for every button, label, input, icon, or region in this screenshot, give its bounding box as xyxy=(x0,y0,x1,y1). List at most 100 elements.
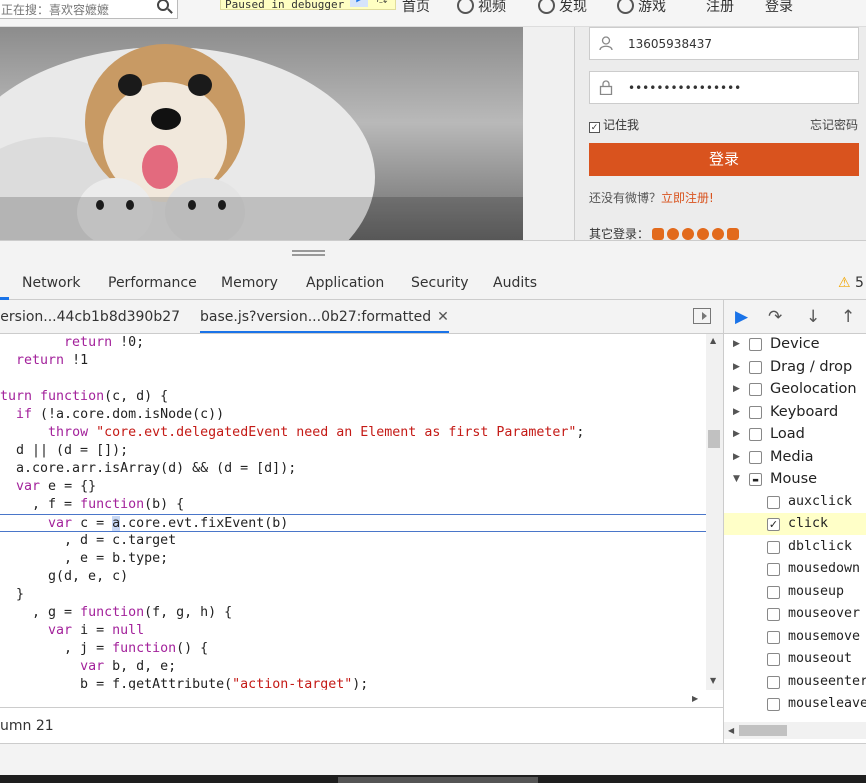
code-line[interactable]: , j = function() { xyxy=(0,640,706,658)
resume-icon[interactable]: ▶ xyxy=(350,0,368,7)
close-icon[interactable]: ✕ xyxy=(437,309,449,325)
nav-register[interactable]: 注册 xyxy=(706,0,734,16)
breakpoint-checkbox[interactable] xyxy=(767,585,780,599)
breakpoint-event-item[interactable]: mouseleave xyxy=(724,693,866,715)
breakpoint-event-item[interactable]: mouseover xyxy=(724,603,866,625)
breakpoint-category[interactable]: ▶ Device xyxy=(724,333,866,355)
code-line[interactable]: g(d, e, c) xyxy=(0,568,706,586)
nav-login[interactable]: 登录 xyxy=(765,0,793,16)
code-line[interactable]: b = f.getAttribute("action-target"); xyxy=(0,676,706,690)
forgot-password-link[interactable]: 忘记密码 xyxy=(810,116,858,133)
scrollbar-thumb[interactable] xyxy=(739,725,787,736)
code-line-highlighted[interactable]: var c = a.core.evt.fixEvent(b) xyxy=(0,514,706,532)
breakpoint-checkbox[interactable] xyxy=(749,405,762,419)
code-line[interactable]: return !1 xyxy=(0,352,706,370)
breakpoint-checkbox[interactable] xyxy=(749,338,762,351)
breakpoint-category[interactable]: ▶ Media xyxy=(724,446,866,468)
code-line[interactable] xyxy=(0,370,706,388)
code-line[interactable]: , g = function(f, g, h) { xyxy=(0,604,706,622)
code-editor[interactable]: return !0; return !1 turn function(c, d) … xyxy=(0,334,706,690)
tab-application[interactable]: Application xyxy=(306,275,384,291)
chevron-down-icon[interactable]: ▼ xyxy=(733,468,740,490)
carousel-banner-image[interactable] xyxy=(0,27,523,240)
register-link[interactable]: 立即注册! xyxy=(661,191,714,205)
breakpoint-checkbox[interactable]: ✓ xyxy=(767,518,780,531)
breakpoint-checkbox[interactable] xyxy=(767,630,780,644)
taskbar-item[interactable] xyxy=(338,777,538,783)
toggle-debugger-icon[interactable] xyxy=(693,308,711,324)
social-login-icon[interactable] xyxy=(682,228,695,240)
breakpoint-checkbox[interactable]: ▬ xyxy=(749,473,762,486)
code-line[interactable]: if (!a.core.dom.isNode(c)) xyxy=(0,406,706,424)
sidebar-horizontal-scrollbar[interactable]: ◀ xyxy=(724,722,866,739)
step-into-icon[interactable]: ↓ xyxy=(806,307,820,327)
breakpoint-event-item[interactable]: mouseup xyxy=(724,581,866,603)
breakpoint-event-item[interactable]: mousedown xyxy=(724,558,866,580)
social-login-icon[interactable] xyxy=(712,228,725,240)
scroll-up-arrow-icon[interactable]: ▲ xyxy=(710,336,716,345)
nav-discover[interactable]: 发现 xyxy=(538,0,587,16)
login-button[interactable]: 登录 xyxy=(589,143,859,176)
password-field[interactable]: •••••••••••••••• xyxy=(589,71,859,104)
tab-security[interactable]: Security xyxy=(411,275,469,291)
social-login-icon[interactable] xyxy=(727,228,740,240)
breakpoint-checkbox[interactable] xyxy=(767,495,780,509)
breakpoint-checkbox[interactable] xyxy=(767,698,780,711)
social-login-icon[interactable] xyxy=(667,228,680,240)
code-line[interactable]: , d = c.target xyxy=(0,532,706,550)
tab-network[interactable]: Network xyxy=(22,275,80,291)
file-tab-1[interactable]: version...44cb1b8d390b27 xyxy=(0,309,180,325)
code-vertical-scrollbar[interactable]: ▲ ▼ xyxy=(706,334,723,690)
tab-audits[interactable]: Audits xyxy=(493,275,537,291)
chevron-right-icon[interactable]: ▶ xyxy=(733,401,740,423)
breakpoint-checkbox[interactable] xyxy=(767,563,780,576)
code-line[interactable]: var e = {} xyxy=(0,478,706,496)
warnings-counter[interactable]: ⚠ 5 xyxy=(838,275,864,291)
breakpoint-event-item[interactable]: ✓ click xyxy=(724,513,866,535)
breakpoint-category[interactable]: ▶ Load xyxy=(724,423,866,445)
chevron-right-icon[interactable]: ▶ xyxy=(733,446,740,468)
breakpoint-event-item[interactable]: mouseenter xyxy=(724,671,866,693)
code-line[interactable]: return !0; xyxy=(0,334,706,352)
nav-video[interactable]: 视频 xyxy=(457,0,506,16)
breakpoint-checkbox[interactable] xyxy=(767,540,780,554)
breakpoint-event-item[interactable]: dblclick xyxy=(724,536,866,558)
code-line[interactable]: throw "core.evt.delegatedEvent need an E… xyxy=(0,424,706,442)
breakpoint-category[interactable]: ▶ Drag / drop xyxy=(724,356,866,378)
nav-game[interactable]: 游戏 xyxy=(617,0,666,16)
search-icon[interactable] xyxy=(157,0,169,11)
breakpoint-category[interactable]: ▶ Geolocation xyxy=(724,378,866,400)
breakpoint-event-item[interactable]: mousemove xyxy=(724,626,866,648)
social-login-icon[interactable] xyxy=(697,228,710,240)
username-field[interactable]: 13605938437 xyxy=(589,27,859,60)
code-line[interactable]: , e = b.type; xyxy=(0,550,706,568)
breakpoint-checkbox[interactable] xyxy=(767,675,780,689)
breakpoint-category[interactable]: ▶ Keyboard xyxy=(724,401,866,423)
chevron-right-icon[interactable]: ▶ xyxy=(733,378,740,400)
search-input[interactable]: 正在搜：喜欢容嬷嬷 xyxy=(0,0,178,19)
scroll-right-arrow-icon[interactable]: ▶ xyxy=(692,694,698,703)
chevron-right-icon[interactable]: ▶ xyxy=(733,423,740,445)
code-line[interactable]: var i = null xyxy=(0,622,706,640)
chevron-right-icon[interactable]: ▶ xyxy=(733,333,740,355)
nav-home[interactable]: 首页 xyxy=(402,0,430,16)
social-login-icon[interactable] xyxy=(652,228,665,240)
devtools-resize-bar[interactable] xyxy=(0,240,866,265)
code-line[interactable]: d || (d = []); xyxy=(0,442,706,460)
code-line[interactable]: var b, d, e; xyxy=(0,658,706,676)
breakpoint-category[interactable]: ▼ ▬ Mouse xyxy=(724,468,866,490)
scrollbar-thumb[interactable] xyxy=(708,430,720,448)
file-tab-2-active[interactable]: base.js?version...0b27:formatted ✕ xyxy=(200,309,449,333)
resume-icon[interactable]: ▶ xyxy=(735,307,748,327)
code-horizontal-scrollbar[interactable]: ▶ xyxy=(0,690,706,707)
scroll-down-arrow-icon[interactable]: ▼ xyxy=(710,676,716,685)
tab-memory[interactable]: Memory xyxy=(221,275,278,291)
chevron-right-icon[interactable]: ▶ xyxy=(733,356,740,378)
breakpoint-event-item[interactable]: auxclick xyxy=(724,491,866,513)
step-over-icon[interactable]: ⤼ xyxy=(373,0,391,7)
code-line[interactable]: } xyxy=(0,586,706,604)
step-out-icon[interactable]: ↑ xyxy=(841,307,855,327)
code-line[interactable]: , f = function(b) { xyxy=(0,496,706,514)
breakpoint-checkbox[interactable] xyxy=(749,428,762,441)
code-line[interactable]: turn function(c, d) { xyxy=(0,388,706,406)
